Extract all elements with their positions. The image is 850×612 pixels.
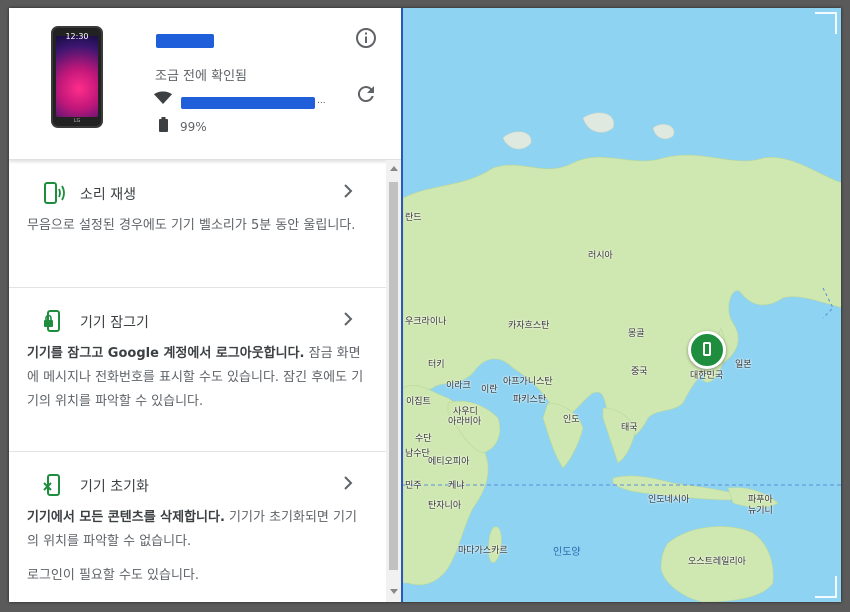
map-label: 몽골	[628, 329, 645, 339]
action-title: 기기 초기화	[80, 479, 149, 495]
last-seen-status: 조금 전에 확인됨	[155, 69, 247, 84]
map-label: 남수단	[405, 449, 430, 459]
network-name-redacted	[181, 97, 315, 109]
map-label-ocean: 인도양	[553, 547, 581, 558]
map-label: 케냐	[448, 481, 465, 491]
phone-clock: 12:30	[65, 32, 89, 41]
map-label: 중국	[631, 367, 648, 377]
battery-icon	[159, 117, 168, 132]
world-map[interactable]: 란드 러시아 우크라이나 카자흐스탄 몽골 터키 이라크 이란 아프가니스탄 파…	[401, 8, 841, 602]
action-header: 소리 재생	[27, 172, 368, 212]
refresh-icon[interactable]	[354, 82, 378, 106]
map-label: 민주	[405, 481, 422, 491]
map-landmass	[403, 112, 841, 602]
network-ellipsis: ...	[317, 96, 326, 106]
device-name-redacted	[156, 34, 214, 48]
action-erase-device[interactable]: 기기 초기화 기기에서 모든 콘텐츠를 삭제합니다. 기기가 초기화되면 기기의…	[9, 452, 386, 602]
sign-in-note: 로그인이 필요할 수도 있습니다.	[27, 568, 200, 583]
map-label: 터키	[428, 360, 445, 370]
erase-phone-icon	[43, 474, 60, 496]
action-header: 기기 초기화	[27, 464, 368, 504]
map-label: 러시아	[588, 251, 613, 261]
action-secure-device[interactable]: 기기 잠그기 기기를 잠그고 Google 계정에서 로그아웃합니다. 잠금 화…	[9, 288, 386, 452]
action-description: 기기를 잠그고 Google 계정에서 로그아웃합니다. 잠금 화면에 메시지나…	[27, 340, 368, 414]
chevron-right-icon[interactable]	[342, 311, 354, 327]
description-bold: 기기에서 모든 콘텐츠를 삭제합니다.	[27, 510, 225, 525]
chevron-right-icon[interactable]	[342, 475, 354, 491]
ringing-phone-icon	[44, 182, 65, 204]
scroll-up-arrow[interactable]	[390, 166, 398, 171]
map-label: 뉴기니	[748, 506, 773, 516]
action-list: 소리 재생 무음으로 설정된 경우에도 기기 벨소리가 5분 동안 울립니다.	[9, 160, 386, 602]
find-my-device-window: 12:30 LG 조금 전에 확인됨 ... 99% 소리 재생 무음으로 설정…	[9, 8, 841, 602]
scroll-down-arrow[interactable]	[390, 589, 398, 594]
map-label: 일본	[735, 360, 752, 370]
map-label: 아라비아	[448, 417, 482, 427]
map-label: 아프가니스탄	[503, 377, 553, 387]
map-label: 파키스탄	[513, 395, 547, 405]
device-location-pin[interactable]	[688, 331, 726, 369]
action-description: 기기에서 모든 콘텐츠를 삭제합니다. 기기가 초기화되면 기기의 위치를 파악…	[27, 504, 368, 588]
map-label: 대한민국	[690, 371, 724, 381]
map-label: 인도네시아	[648, 495, 690, 505]
map-label: 이란	[481, 385, 498, 395]
device-screen	[56, 36, 98, 117]
info-icon[interactable]	[354, 26, 378, 50]
action-header: 기기 잠그기	[27, 300, 368, 340]
action-description: 무음으로 설정된 경우에도 기기 벨소리가 5분 동안 울립니다.	[27, 212, 368, 238]
scrollbar-thumb[interactable]	[389, 182, 398, 570]
scrollbar[interactable]	[386, 160, 401, 602]
map-label: 란드	[405, 213, 422, 223]
map-label: 탄자니아	[428, 501, 462, 511]
description-bold: 기기를 잠그고 Google 계정에서 로그아웃합니다.	[27, 346, 305, 361]
lock-phone-icon	[44, 310, 60, 332]
map-label: 이집트	[406, 397, 431, 407]
battery-level: 99%	[180, 120, 207, 134]
action-title: 소리 재생	[80, 187, 136, 203]
phone-icon	[703, 342, 711, 356]
map-label: 에티오피아	[428, 457, 470, 467]
map-label: 이라크	[446, 381, 471, 391]
action-play-sound[interactable]: 소리 재생 무음으로 설정된 경우에도 기기 벨소리가 5분 동안 울립니다.	[9, 160, 386, 288]
action-title: 기기 잠그기	[80, 315, 149, 331]
wifi-icon	[154, 91, 172, 104]
description-text: 무음으로 설정된 경우에도 기기 벨소리가 5분 동안 울립니다.	[27, 218, 356, 233]
device-card: 12:30 LG 조금 전에 확인됨 ... 99%	[9, 8, 401, 160]
map-label: 마다가스카르	[458, 546, 508, 556]
chevron-right-icon[interactable]	[342, 183, 354, 199]
phone-brand: LG	[73, 118, 81, 124]
map-label: 오스트레일리아	[688, 557, 746, 567]
map-label: 카자흐스탄	[508, 321, 550, 331]
map-corner-frame	[815, 576, 837, 598]
device-image: 12:30 LG	[51, 26, 103, 128]
left-panel: 12:30 LG 조금 전에 확인됨 ... 99% 소리 재생 무음으로 설정…	[9, 8, 401, 602]
map-label: 수단	[415, 434, 432, 444]
map-label: 태국	[621, 423, 638, 433]
map-corner-frame	[815, 12, 837, 34]
map-label: 우크라이나	[405, 317, 447, 327]
app-frame: 12:30 LG 조금 전에 확인됨 ... 99% 소리 재생 무음으로 설정…	[0, 0, 850, 612]
map-label: 인도	[563, 415, 580, 425]
